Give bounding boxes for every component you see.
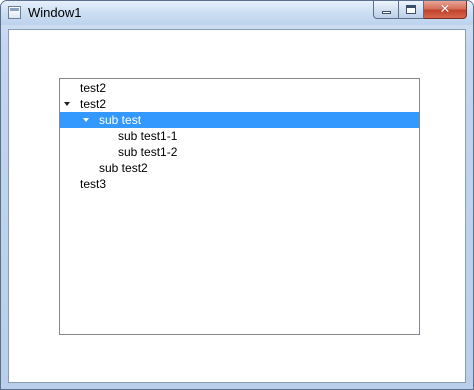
window-icon[interactable] [8,6,21,19]
tree-item-sub-test[interactable]: sub test [60,112,419,128]
tree-view[interactable]: test2 test2 sub test sub test1-1 sub tes… [59,78,420,335]
tree-item-label: sub test1-2 [118,145,178,159]
tree-item-test2-expanded[interactable]: test2 [60,96,419,112]
minimize-button[interactable] [373,1,399,19]
close-button[interactable]: ✕ [424,1,467,19]
minimize-icon [382,11,391,14]
tree-item-label: test3 [80,177,107,191]
window: Window1 ✕ test2 test2 sub test sub test1… [0,0,474,390]
maximize-icon [406,5,416,14]
tree-item-label: sub test1-1 [118,129,178,143]
maximize-button[interactable] [399,1,424,19]
window-title: Window1 [28,5,82,20]
caption-buttons: ✕ [373,1,467,20]
window-client-area: test2 test2 sub test sub test1-1 sub tes… [8,29,466,383]
close-icon: ✕ [439,2,451,17]
expander-arrow-icon[interactable] [83,118,89,122]
tree-item-test3[interactable]: test3 [60,176,419,192]
tree-item-sub-test2[interactable]: sub test2 [60,160,419,176]
expander-arrow-icon[interactable] [64,102,70,106]
tree-item-label: test2 [80,97,107,111]
tree-item-label: sub test2 [99,161,148,175]
tree-item-sub-test1-1[interactable]: sub test1-1 [60,128,419,144]
tree-item-label: test2 [80,81,107,95]
title-bar[interactable]: Window1 ✕ [1,1,473,25]
tree-item-test2-first[interactable]: test2 [60,80,419,96]
tree-item-sub-test1-2[interactable]: sub test1-2 [60,144,419,160]
tree-item-label: sub test [99,113,142,127]
